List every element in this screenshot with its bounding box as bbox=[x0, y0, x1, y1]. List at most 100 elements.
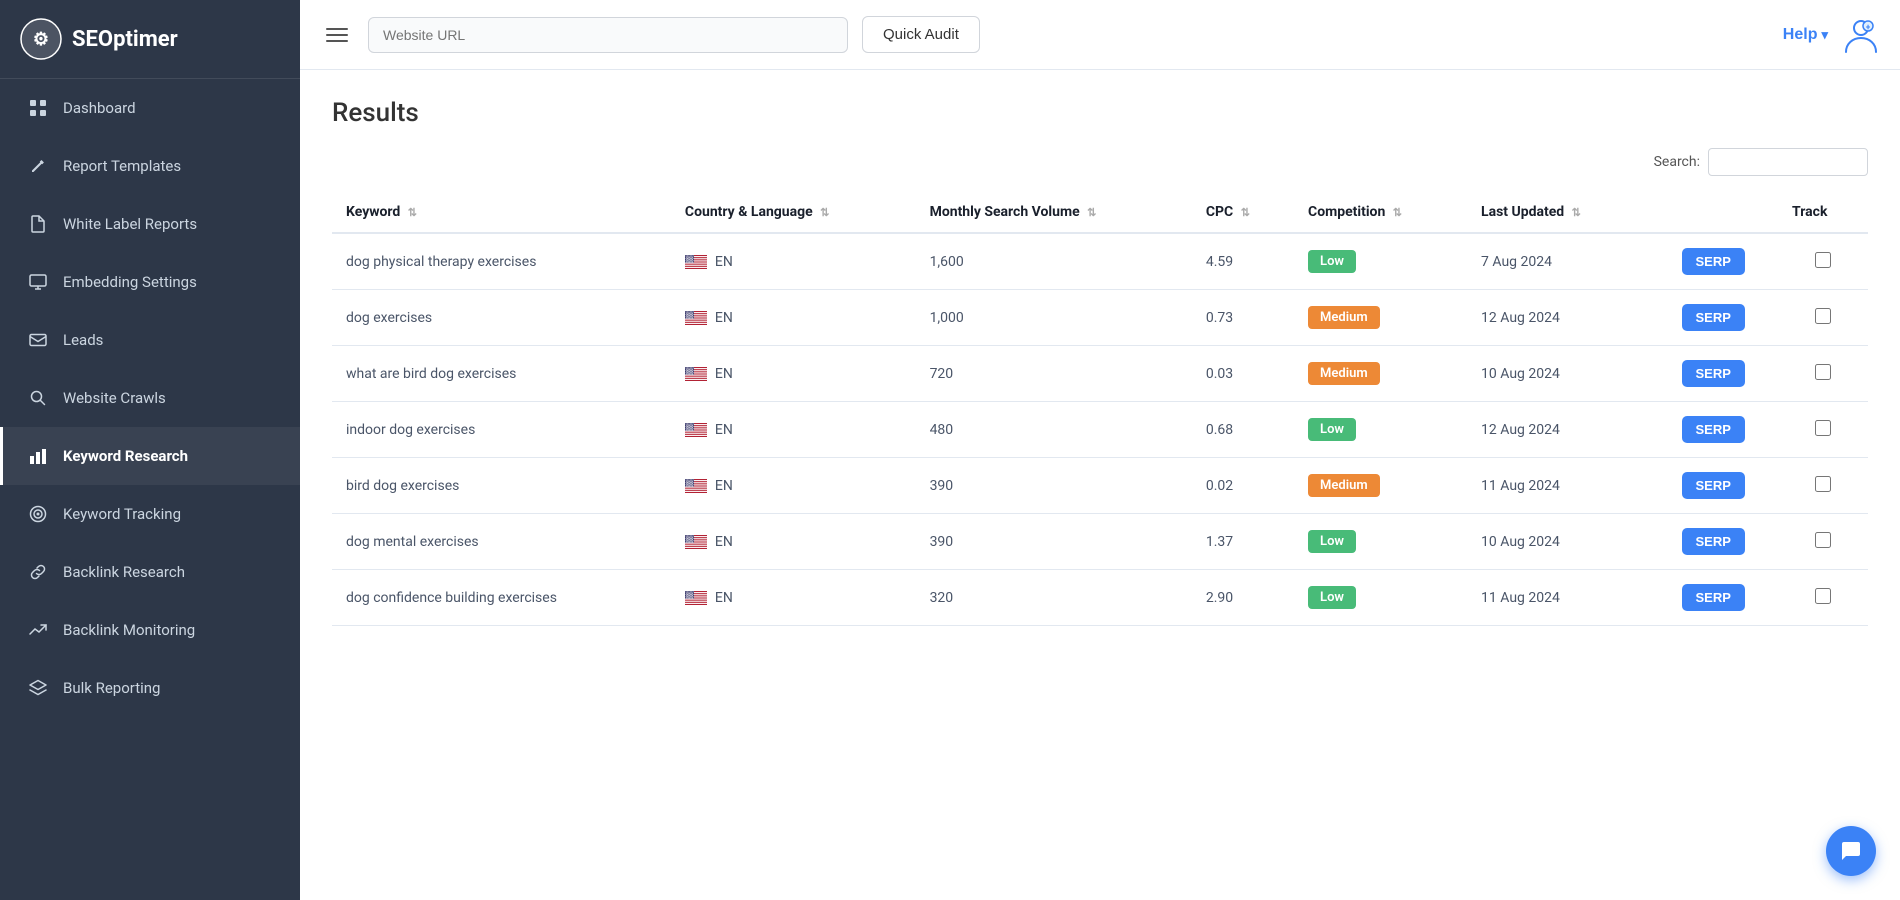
bar-chart-icon bbox=[27, 445, 49, 467]
cell-track bbox=[1778, 458, 1868, 514]
cell-volume: 320 bbox=[916, 570, 1192, 626]
cell-keyword: dog exercises bbox=[332, 290, 671, 346]
nav-label-embedding-settings: Embedding Settings bbox=[63, 273, 197, 291]
cell-competition: Low bbox=[1294, 233, 1467, 290]
track-checkbox[interactable] bbox=[1815, 420, 1831, 436]
competition-badge: Medium bbox=[1308, 362, 1380, 385]
sidebar-item-leads[interactable]: Leads bbox=[0, 311, 300, 369]
serp-button[interactable]: SERP bbox=[1682, 248, 1745, 275]
sidebar-item-embedding-settings[interactable]: Embedding Settings bbox=[0, 253, 300, 311]
cell-volume: 720 bbox=[916, 346, 1192, 402]
grid-icon bbox=[27, 97, 49, 119]
nav-label-keyword-research: Keyword Research bbox=[63, 447, 188, 465]
serp-button[interactable]: SERP bbox=[1682, 416, 1745, 443]
cell-keyword: dog confidence building exercises bbox=[332, 570, 671, 626]
cell-last-updated: 10 Aug 2024 bbox=[1467, 514, 1648, 570]
sidebar-item-keyword-tracking[interactable]: Keyword Tracking bbox=[0, 485, 300, 543]
trending-up-icon bbox=[27, 619, 49, 641]
search-input[interactable] bbox=[1708, 148, 1868, 176]
serp-button[interactable]: SERP bbox=[1682, 360, 1745, 387]
serp-button[interactable]: SERP bbox=[1682, 584, 1745, 611]
cell-last-updated: 7 Aug 2024 bbox=[1467, 233, 1648, 290]
sidebar-item-website-crawls[interactable]: Website Crawls bbox=[0, 369, 300, 427]
table-row: dog exercises bbox=[332, 290, 1868, 346]
sort-lastupdated-icon[interactable]: ⇅ bbox=[1572, 206, 1581, 219]
cell-serp: SERP bbox=[1648, 514, 1778, 570]
sort-keyword-icon[interactable]: ⇅ bbox=[408, 206, 417, 219]
track-checkbox[interactable] bbox=[1815, 252, 1831, 268]
chat-bubble[interactable] bbox=[1826, 826, 1876, 876]
sidebar-item-keyword-research[interactable]: Keyword Research bbox=[0, 427, 300, 485]
main-area: Quick Audit Help ▾ + Results Search: Key… bbox=[300, 0, 1900, 900]
user-icon[interactable]: + bbox=[1842, 16, 1880, 54]
sidebar-item-dashboard[interactable]: Dashboard bbox=[0, 79, 300, 137]
us-flag-icon bbox=[685, 591, 707, 605]
competition-badge: Low bbox=[1308, 586, 1356, 609]
sort-cpc-icon[interactable]: ⇅ bbox=[1241, 206, 1250, 219]
header: Quick Audit Help ▾ + bbox=[300, 0, 1900, 70]
cell-country: EN bbox=[671, 458, 916, 514]
cell-cpc: 0.02 bbox=[1192, 458, 1294, 514]
sort-volume-icon[interactable]: ⇅ bbox=[1087, 206, 1096, 219]
search-label: Search: bbox=[1654, 154, 1700, 170]
sort-competition-icon[interactable]: ⇅ bbox=[1393, 206, 1402, 219]
us-flag-icon bbox=[685, 255, 707, 269]
sidebar-item-backlink-monitoring[interactable]: Backlink Monitoring bbox=[0, 601, 300, 659]
nav-label-website-crawls: Website Crawls bbox=[63, 389, 166, 407]
hamburger-button[interactable] bbox=[320, 22, 354, 48]
url-input[interactable] bbox=[368, 17, 848, 53]
col-header-last-updated[interactable]: Last Updated ⇅ bbox=[1467, 192, 1648, 233]
cell-volume: 480 bbox=[916, 402, 1192, 458]
col-header-country-language[interactable]: Country & Language ⇅ bbox=[671, 192, 916, 233]
col-header-keyword[interactable]: Keyword ⇅ bbox=[332, 192, 671, 233]
table-header-row: Keyword ⇅ Country & Language ⇅ Monthly S… bbox=[332, 192, 1868, 233]
sidebar-item-white-label-reports[interactable]: White Label Reports bbox=[0, 195, 300, 253]
cell-volume: 1,000 bbox=[916, 290, 1192, 346]
table-row: bird dog exercises bbox=[332, 458, 1868, 514]
sidebar-item-bulk-reporting[interactable]: Bulk Reporting bbox=[0, 659, 300, 717]
help-button[interactable]: Help ▾ bbox=[1783, 26, 1828, 44]
cell-competition: Low bbox=[1294, 514, 1467, 570]
table-body: dog physical therapy exercises bbox=[332, 233, 1868, 626]
sidebar-item-report-templates[interactable]: Report Templates bbox=[0, 137, 300, 195]
track-checkbox[interactable] bbox=[1815, 588, 1831, 604]
quick-audit-button[interactable]: Quick Audit bbox=[862, 16, 980, 53]
cell-track bbox=[1778, 290, 1868, 346]
cell-serp: SERP bbox=[1648, 290, 1778, 346]
cell-competition: Medium bbox=[1294, 346, 1467, 402]
cell-last-updated: 12 Aug 2024 bbox=[1467, 402, 1648, 458]
track-checkbox[interactable] bbox=[1815, 364, 1831, 380]
cell-last-updated: 12 Aug 2024 bbox=[1467, 290, 1648, 346]
nav-label-white-label-reports: White Label Reports bbox=[63, 215, 197, 233]
cell-competition: Low bbox=[1294, 570, 1467, 626]
cell-volume: 1,600 bbox=[916, 233, 1192, 290]
sort-country-icon[interactable]: ⇅ bbox=[820, 206, 829, 219]
cell-last-updated: 10 Aug 2024 bbox=[1467, 346, 1648, 402]
cell-competition: Medium bbox=[1294, 290, 1467, 346]
cell-country: EN bbox=[671, 233, 916, 290]
table-row: dog physical therapy exercises bbox=[332, 233, 1868, 290]
cell-serp: SERP bbox=[1648, 402, 1778, 458]
us-flag-icon bbox=[685, 423, 707, 437]
competition-badge: Low bbox=[1308, 530, 1356, 553]
track-checkbox[interactable] bbox=[1815, 532, 1831, 548]
nav-label-keyword-tracking: Keyword Tracking bbox=[63, 505, 181, 523]
col-header-competition[interactable]: Competition ⇅ bbox=[1294, 192, 1467, 233]
competition-badge: Medium bbox=[1308, 306, 1380, 329]
sidebar-item-backlink-research[interactable]: Backlink Research bbox=[0, 543, 300, 601]
col-header-monthly-search-volume[interactable]: Monthly Search Volume ⇅ bbox=[916, 192, 1192, 233]
cell-country: EN bbox=[671, 290, 916, 346]
cell-country: EN bbox=[671, 514, 916, 570]
col-header-cpc[interactable]: CPC ⇅ bbox=[1192, 192, 1294, 233]
nav-label-dashboard: Dashboard bbox=[63, 99, 136, 117]
competition-badge: Medium bbox=[1308, 474, 1380, 497]
search-icon bbox=[27, 387, 49, 409]
track-checkbox[interactable] bbox=[1815, 308, 1831, 324]
serp-button[interactable]: SERP bbox=[1682, 472, 1745, 499]
serp-button[interactable]: SERP bbox=[1682, 528, 1745, 555]
track-checkbox[interactable] bbox=[1815, 476, 1831, 492]
serp-button[interactable]: SERP bbox=[1682, 304, 1745, 331]
us-flag-icon bbox=[685, 479, 707, 493]
cell-cpc: 0.68 bbox=[1192, 402, 1294, 458]
sidebar: ⚙ SEOptimer Dashboard Report Templates W… bbox=[0, 0, 300, 900]
